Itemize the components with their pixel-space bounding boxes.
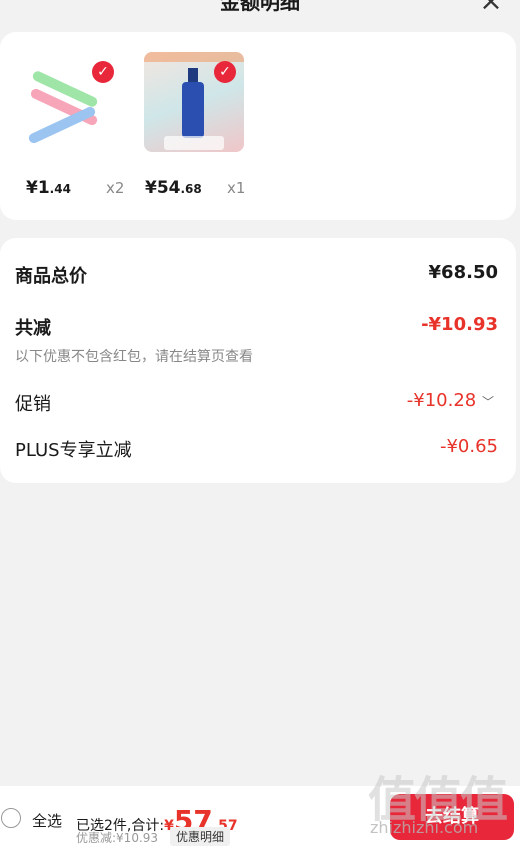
discount-detail-button[interactable]: 优惠明细 <box>170 827 231 846</box>
product-price: ¥54.68 <box>145 178 202 198</box>
total-price-label: 商品总价 <box>15 266 87 287</box>
promo-label: 促销 <box>15 394 51 415</box>
select-all-label[interactable]: 全选 <box>32 810 62 831</box>
price-summary: 商品总价 ¥68.50 共减 -¥10.93 以下优惠不包含红包，请在结算页查看… <box>0 238 516 483</box>
product-image-comb[interactable]: ✓ <box>22 52 122 152</box>
promo-value: -¥10.28 <box>406 390 477 411</box>
product-price: ¥1.44 <box>26 178 71 198</box>
close-icon[interactable]: × <box>478 0 504 15</box>
check-icon[interactable]: ✓ <box>214 61 236 83</box>
product-image-wine[interactable]: ✓ <box>144 52 244 152</box>
promo-row[interactable]: -¥10.28 ﹀ <box>407 390 494 411</box>
product-qty: x2 <box>106 179 125 197</box>
discount-amount: 优惠减:¥10.93 <box>76 831 159 845</box>
watermark-url: zhizhizhi.com <box>370 818 479 837</box>
total-price-value: ¥68.50 <box>428 262 498 283</box>
reduce-value: -¥10.93 <box>421 314 498 335</box>
check-icon[interactable]: ✓ <box>92 61 114 83</box>
discount-note: 以下优惠不包含红包，请在结算页查看 <box>15 349 253 365</box>
plus-value: -¥0.65 <box>439 436 498 457</box>
page-title: 金额明细 <box>220 0 300 14</box>
select-all-radio[interactable] <box>1 808 21 828</box>
reduce-label: 共减 <box>15 318 51 339</box>
plus-label: PLUS专享立减 <box>15 440 132 461</box>
product-qty: x1 <box>227 179 246 197</box>
product-list: ✓ ✓ ¥1.44 x2 ¥54.68 x1 <box>0 32 516 220</box>
chevron-down-icon: ﹀ <box>481 395 494 409</box>
